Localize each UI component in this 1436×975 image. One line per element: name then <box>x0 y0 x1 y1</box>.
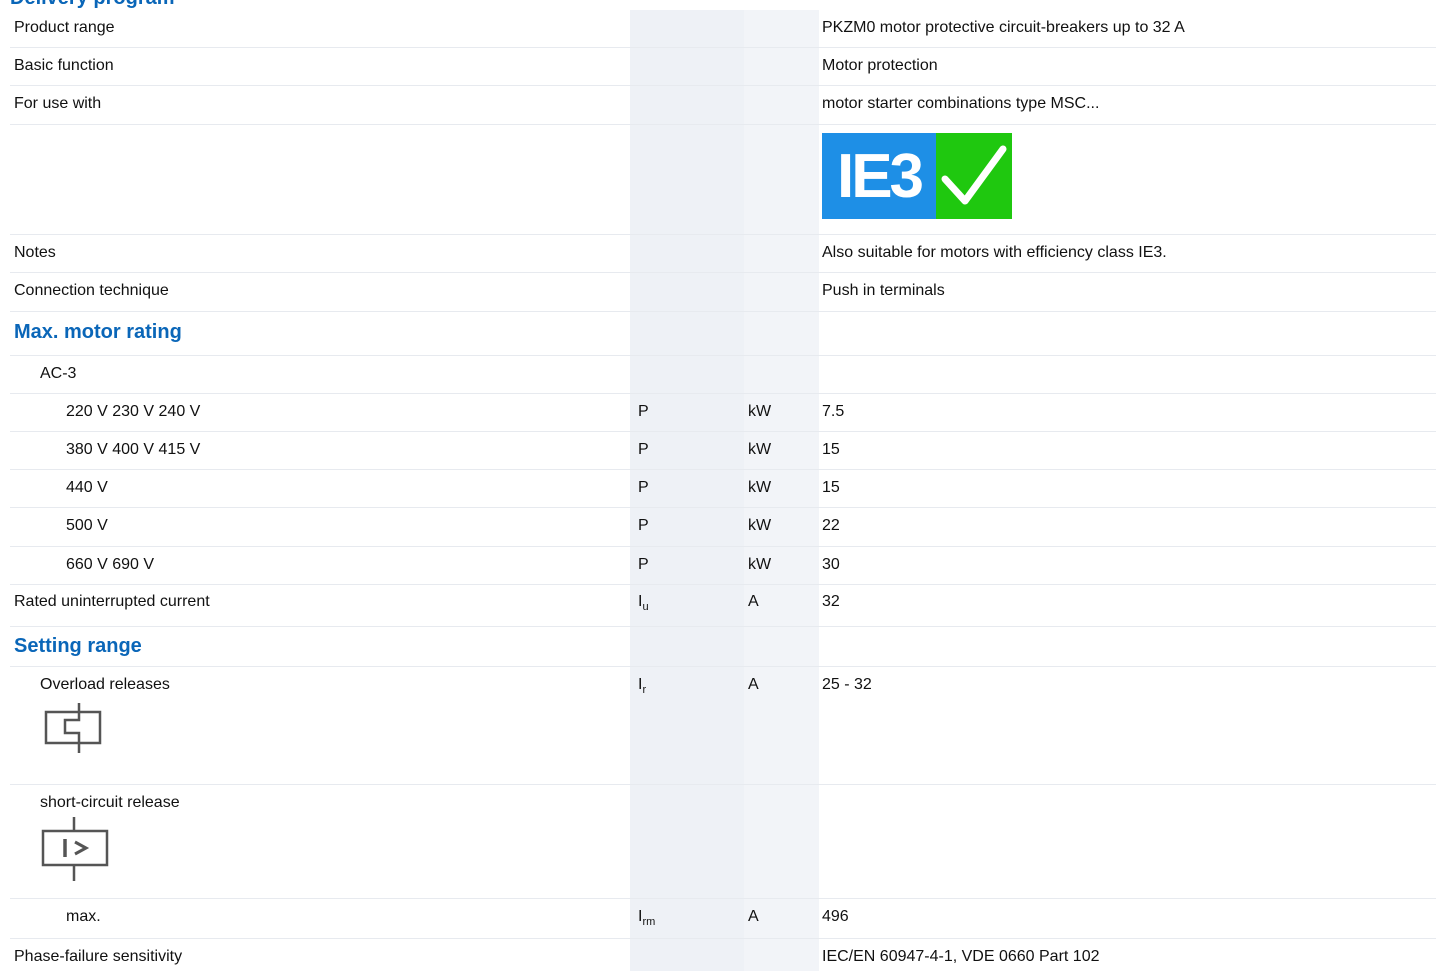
row-value: PKZM0 motor protective circuit-breakers … <box>822 19 1185 36</box>
row-unit: kW <box>748 441 772 458</box>
row-label: Phase-failure sensitivity <box>14 948 183 965</box>
row-symbol: P <box>638 517 649 534</box>
delivery-program-heading: Delivery program <box>10 0 175 9</box>
section-heading: Setting range <box>14 635 142 657</box>
row-ac-3: AC-3 <box>10 356 1436 394</box>
row-max: max. Irm A 496 <box>10 899 1436 939</box>
row-unit: kW <box>748 556 772 573</box>
section-setting-range: Setting range <box>10 627 1436 667</box>
ie3-label: IE3 <box>822 133 936 219</box>
row-label: Notes <box>14 244 56 261</box>
row-label: 220 V 230 V 240 V <box>66 403 201 420</box>
row-overload-releases: Overload releases Ir A 25 - 32 <box>10 667 1436 785</box>
row-symbol: P <box>638 479 649 496</box>
row-label: short-circuit release <box>40 794 180 811</box>
row-symbol: P <box>638 441 649 458</box>
row-label: Basic function <box>14 57 114 74</box>
short-circuit-release-icon <box>41 817 109 881</box>
row-label: 500 V <box>66 517 108 534</box>
row-label: Overload releases <box>40 676 170 693</box>
row-value: 25 - 32 <box>822 676 872 693</box>
row-label: Product range <box>14 19 115 36</box>
row-value: Motor protection <box>822 57 938 74</box>
row-symbol: Irm <box>638 908 656 928</box>
row-value: 15 <box>822 479 840 496</box>
row-rating-380v: 380 V 400 V 415 V P kW 15 <box>10 432 1436 470</box>
row-notes: Notes Also suitable for motors with effi… <box>10 235 1436 273</box>
row-symbol: P <box>638 403 649 420</box>
section-heading: Max. motor rating <box>14 321 182 343</box>
row-label: 440 V <box>66 479 108 496</box>
row-value: IEC/EN 60947-4-1, VDE 0660 Part 102 <box>822 948 1100 965</box>
row-label: 660 V 690 V <box>66 556 155 573</box>
row-value: 32 <box>822 593 840 610</box>
row-unit: kW <box>748 517 772 534</box>
row-rating-440v: 440 V P kW 15 <box>10 470 1436 508</box>
row-value: 7.5 <box>822 403 845 420</box>
row-label: AC-3 <box>40 365 77 382</box>
row-value: 30 <box>822 556 840 573</box>
row-unit: kW <box>748 479 772 496</box>
row-product-range: Product range PKZM0 motor protective cir… <box>10 10 1436 48</box>
row-unit: A <box>748 908 759 925</box>
row-basic-function: Basic function Motor protection <box>10 48 1436 86</box>
row-ie3-badge: IE3 <box>10 125 1436 235</box>
row-value: 496 <box>822 908 849 925</box>
row-symbol: Ir <box>638 676 647 696</box>
row-rating-660v: 660 V 690 V P kW 30 <box>10 547 1436 585</box>
row-symbol: P <box>638 556 649 573</box>
row-short-circuit-release: short-circuit release <box>10 785 1436 899</box>
row-for-use-with: For use with motor starter combinations … <box>10 86 1436 125</box>
row-connection-technique: Connection technique Push in terminals <box>10 273 1436 312</box>
row-rating-500v: 500 V P kW 22 <box>10 508 1436 547</box>
row-rated-uninterrupted-current: Rated uninterrupted current Iu A 32 <box>10 585 1436 627</box>
checkmark-icon <box>936 133 1012 219</box>
row-unit: A <box>748 593 759 610</box>
row-rating-220v: 220 V 230 V 240 V P kW 7.5 <box>10 394 1436 432</box>
row-value: 15 <box>822 441 840 458</box>
row-label: Rated uninterrupted current <box>14 593 210 610</box>
row-value: 22 <box>822 517 840 534</box>
row-phase-failure-sensitivity: Phase-failure sensitivity IEC/EN 60947-4… <box>10 939 1436 975</box>
row-symbol: Iu <box>638 593 649 613</box>
row-label: max. <box>66 908 101 925</box>
row-unit: kW <box>748 403 772 420</box>
spec-table: Product range PKZM0 motor protective cir… <box>10 10 1436 975</box>
section-max-motor-rating: Max. motor rating <box>10 312 1436 356</box>
row-unit: A <box>748 676 759 693</box>
row-label: For use with <box>14 95 102 112</box>
row-value: Also suitable for motors with efficiency… <box>822 244 1167 261</box>
row-value: Push in terminals <box>822 282 945 299</box>
row-label: 380 V 400 V 415 V <box>66 441 201 458</box>
ie3-badge: IE3 <box>822 133 1012 219</box>
row-label: Connection technique <box>14 282 169 299</box>
row-value: motor starter combinations type MSC... <box>822 95 1100 112</box>
thermal-overload-release-icon <box>44 703 102 753</box>
